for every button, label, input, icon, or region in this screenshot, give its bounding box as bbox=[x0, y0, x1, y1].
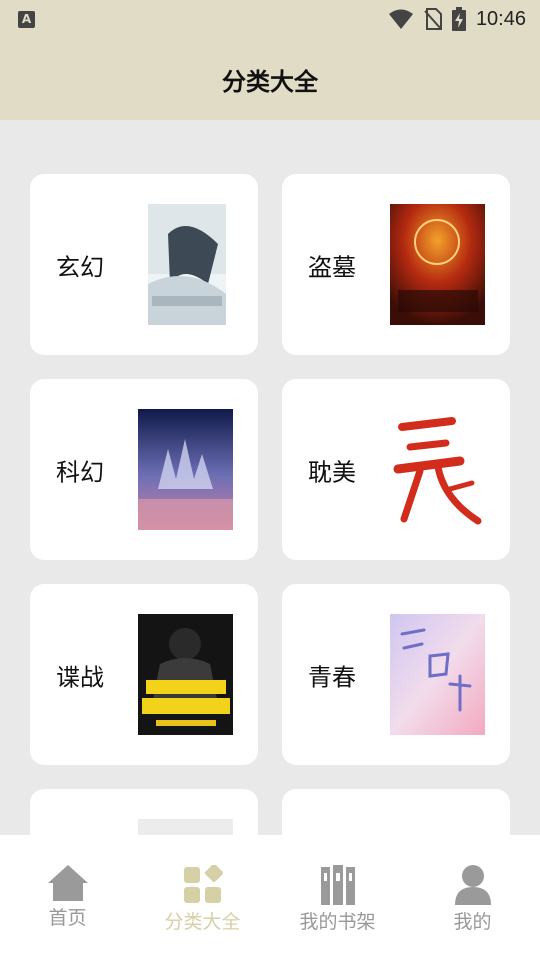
category-grid[interactable]: 玄幻 盗墓 科幻 耽美 谍战 青春 bbox=[0, 120, 540, 835]
tab-label: 我的 bbox=[453, 911, 492, 933]
book-cover-kaibaoxiang bbox=[390, 204, 485, 325]
category-label: 青春 bbox=[308, 663, 356, 691]
no-sim-icon bbox=[424, 8, 442, 30]
book-cover-jiangye bbox=[148, 204, 226, 325]
tab-profile[interactable]: 我的 bbox=[405, 835, 540, 960]
battery-charging-icon bbox=[451, 7, 466, 31]
tab-home[interactable]: 首页 bbox=[0, 835, 135, 960]
category-card-kehuan[interactable]: 科幻 bbox=[30, 379, 258, 560]
book-cover-liming bbox=[138, 409, 233, 530]
tab-categories[interactable]: 分类大全 bbox=[135, 835, 270, 960]
category-label: 科幻 bbox=[56, 458, 104, 486]
tab-label: 分类大全 bbox=[164, 911, 241, 933]
category-card-8[interactable] bbox=[282, 789, 510, 835]
book-cover bbox=[138, 819, 233, 835]
book-cover-sandai bbox=[390, 409, 485, 530]
tab-label: 首页 bbox=[48, 907, 87, 929]
status-bar: A 10:46 bbox=[0, 0, 540, 38]
category-card-xuanhuan[interactable]: 玄幻 bbox=[30, 174, 258, 355]
category-card-7[interactable] bbox=[30, 789, 258, 835]
category-label: 耽美 bbox=[308, 458, 356, 486]
category-card-qingchun[interactable]: 青春 bbox=[282, 584, 510, 765]
profile-icon bbox=[454, 865, 491, 905]
book-cover-yanru bbox=[390, 614, 485, 735]
app-bar: 分类大全 bbox=[0, 38, 540, 120]
category-grid-icon bbox=[183, 865, 223, 903]
home-icon bbox=[47, 865, 88, 901]
category-label: 谍战 bbox=[56, 663, 104, 691]
category-card-diezhan[interactable]: 谍战 bbox=[30, 584, 258, 765]
book-cover-zuiqiang bbox=[138, 614, 233, 735]
category-card-danmei[interactable]: 耽美 bbox=[282, 379, 510, 560]
tab-bookshelf[interactable]: 我的书架 bbox=[270, 835, 405, 960]
bookshelf-icon bbox=[320, 865, 355, 905]
status-time: 10:46 bbox=[475, 7, 526, 30]
category-card-daomu[interactable]: 盗墓 bbox=[282, 174, 510, 355]
bottom-tab-bar: 首页 分类大全 我的书架 我的 bbox=[0, 835, 540, 960]
page-title: 分类大全 bbox=[222, 67, 318, 96]
book-cover bbox=[390, 819, 485, 835]
category-label: 盗墓 bbox=[308, 253, 356, 281]
category-label: 玄幻 bbox=[56, 253, 104, 281]
tab-label: 我的书架 bbox=[299, 911, 376, 933]
wifi-icon bbox=[388, 9, 413, 29]
notification-app-icon: A bbox=[18, 10, 35, 28]
